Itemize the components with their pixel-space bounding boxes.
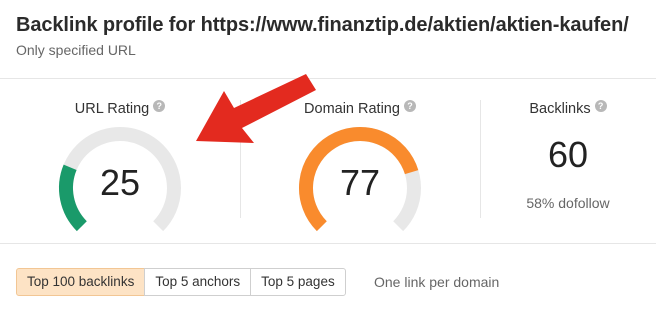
domain-rating-value: 77	[339, 162, 381, 203]
help-icon[interactable]: ?	[153, 100, 166, 112]
domain-rating-gauge: 77	[296, 124, 424, 232]
card-header: Backlink profile for https://www.finanzt…	[0, 0, 656, 79]
domain-rating-metric: Domain Rating? 77	[240, 78, 480, 243]
domain-rating-label: Domain Rating	[304, 101, 400, 117]
backlink-tabs: Top 100 backlinks Top 5 anchors Top 5 pa…	[16, 268, 346, 296]
page-subtitle: Only specified URL	[16, 42, 136, 58]
tabs-note: One link per domain	[374, 274, 500, 290]
url-rating-value: 25	[99, 162, 141, 203]
tab-top-5-anchors[interactable]: Top 5 anchors	[144, 268, 252, 296]
url-rating-label: URL Rating	[74, 101, 150, 117]
url-rating-metric: URL Rating? 25	[0, 78, 240, 243]
dofollow-ratio: 58% dofollow	[526, 195, 610, 211]
help-icon[interactable]: ?	[403, 100, 416, 112]
tab-top-100-backlinks[interactable]: Top 100 backlinks	[16, 268, 146, 296]
domain-rating-label-row: Domain Rating?	[240, 100, 480, 117]
backlinks-label-row: Backlinks?	[480, 100, 656, 117]
backlinks-metric: Backlinks? 60 58% dofollow	[480, 78, 656, 243]
backlink-profile-card: Backlink profile for https://www.finanzt…	[0, 0, 656, 315]
backlinks-label: Backlinks	[529, 101, 591, 117]
url-rating-label-row: URL Rating?	[0, 100, 240, 117]
url-rating-gauge: 25	[56, 124, 184, 232]
backlinks-value[interactable]: 60	[480, 134, 656, 176]
help-icon[interactable]: ?	[594, 100, 607, 112]
page-title: Backlink profile for https://www.finanzt…	[16, 14, 629, 36]
tab-top-5-pages[interactable]: Top 5 pages	[250, 268, 346, 296]
section-divider	[0, 243, 656, 244]
